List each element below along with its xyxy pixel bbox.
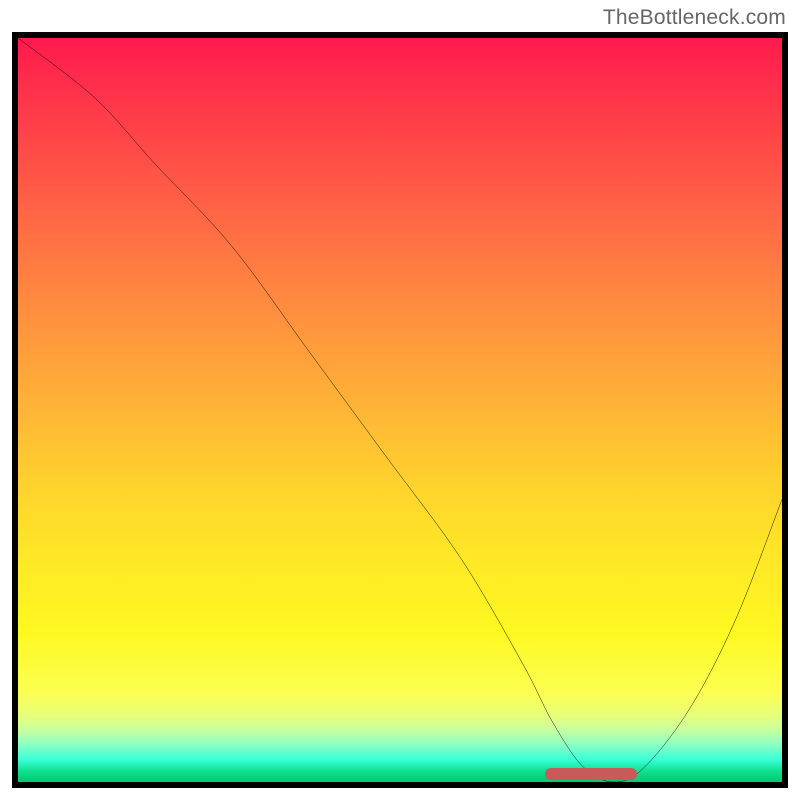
bottleneck-curve — [18, 38, 782, 782]
curve-path — [18, 38, 782, 782]
chart-frame — [12, 32, 788, 788]
optimal-range-marker — [545, 768, 637, 780]
attribution-text: TheBottleneck.com — [603, 6, 786, 30]
